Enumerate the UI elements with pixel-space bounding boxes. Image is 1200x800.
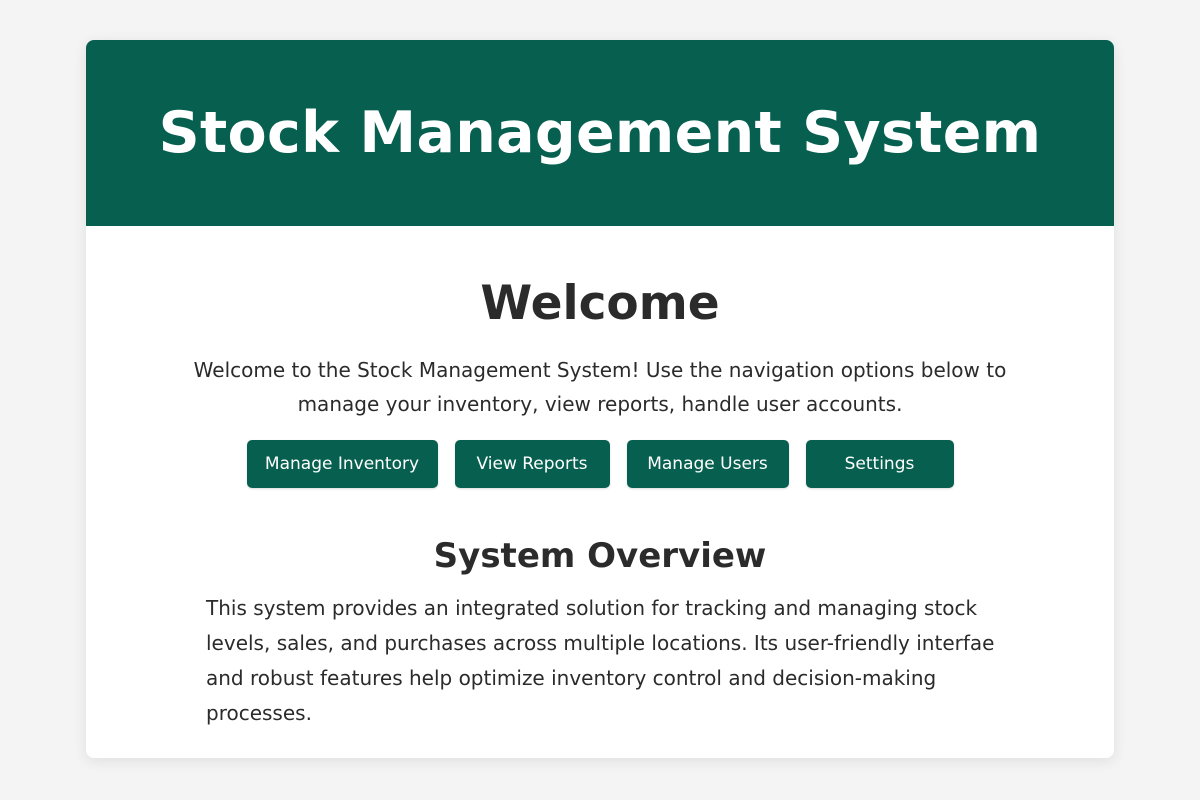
system-overview-heading: System Overview (433, 536, 767, 576)
manage-inventory-button[interactable]: Manage Inventory (246, 440, 438, 488)
welcome-text: Welcome to the Stock Management System! … (193, 358, 1007, 416)
welcome-heading: Welcome (480, 276, 720, 331)
main-content: Welcome Welcome to the Stock Management … (86, 274, 1114, 731)
settings-button[interactable]: Settings (805, 440, 954, 488)
view-reports-button[interactable]: View Reports (454, 440, 610, 488)
navigation-buttons: Manage Inventory View Reports Manage Use… (86, 440, 1114, 488)
page-title: Stock Management System (158, 100, 1042, 166)
system-overview-text: This system provides an integrated solut… (206, 596, 995, 725)
page-header: Stock Management System (86, 40, 1114, 226)
main-card: Stock Management System Welcome Welcome … (86, 40, 1114, 758)
manage-users-button[interactable]: Manage Users (626, 440, 789, 488)
